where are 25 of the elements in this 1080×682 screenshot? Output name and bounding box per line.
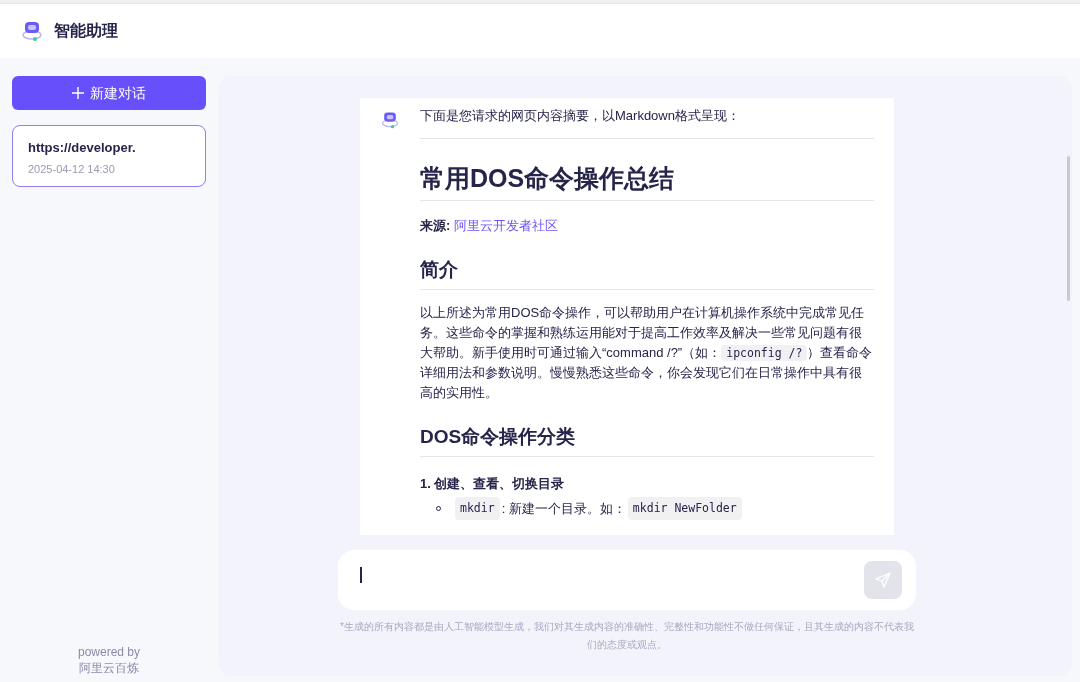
- robot-avatar-icon: [380, 110, 400, 130]
- body-text: : 新建一个目录。如：: [501, 500, 626, 518]
- plus-icon: [72, 87, 84, 99]
- send-icon: [875, 572, 891, 588]
- section-heading: 简介: [420, 258, 459, 282]
- paragraph: 以上所述为常用DOS命令操作，可以帮助用户在计算机操作系统中完成常见任务。这些命令的掌握和熟练运用能对于提高工作效率及解决一些常见问题有很大帮助。新手使用时可通过输入“command /?”（如： ipconfig /? ）查看命令详细用法和参数说明。慢慢熟悉这些命令，你会发现它们在日常操作中具有很高的实用性。: [420, 304, 874, 402]
- inline-code: mkdir: [455, 497, 500, 520]
- list-number: 1.: [420, 475, 431, 493]
- footer-text: 阿里云百炼: [79, 660, 139, 676]
- source-link[interactable]: 阿里云开发者社区: [454, 215, 559, 236]
- footer-text: powered by: [77, 644, 140, 660]
- conversation-title: https://developer.: [28, 139, 137, 157]
- new-chat-button[interactable]: 新建对话: [12, 76, 206, 110]
- section-heading: DOS命令操作分类: [420, 425, 577, 449]
- source-label: 来源:: [420, 217, 451, 235]
- list-title: 创建、查看、切换目录: [433, 475, 564, 493]
- conversation-item[interactable]: https://developer. 2025-04-12 14:30: [12, 125, 206, 187]
- message-input[interactable]: [338, 550, 916, 610]
- heading: 常用DOS命令操作总结: [420, 163, 676, 194]
- inline-code: mkdir NewFolder: [627, 497, 742, 520]
- message-intro: 下面是您请求的网页内容摘要，以Markdown格式呈现：: [420, 107, 741, 125]
- robot-logo-icon: [20, 19, 44, 43]
- disclaimer-text: *生成的所有内容都是由人工智能模型生成，我们对其生成内容的准确性、完整性和功能性不做任何保证，且其生成的内容不代表我们的态度或观点。: [339, 620, 915, 652]
- app-title: 智能助理: [54, 21, 118, 41]
- conversation-time: 2025-04-12 14:30: [28, 162, 116, 177]
